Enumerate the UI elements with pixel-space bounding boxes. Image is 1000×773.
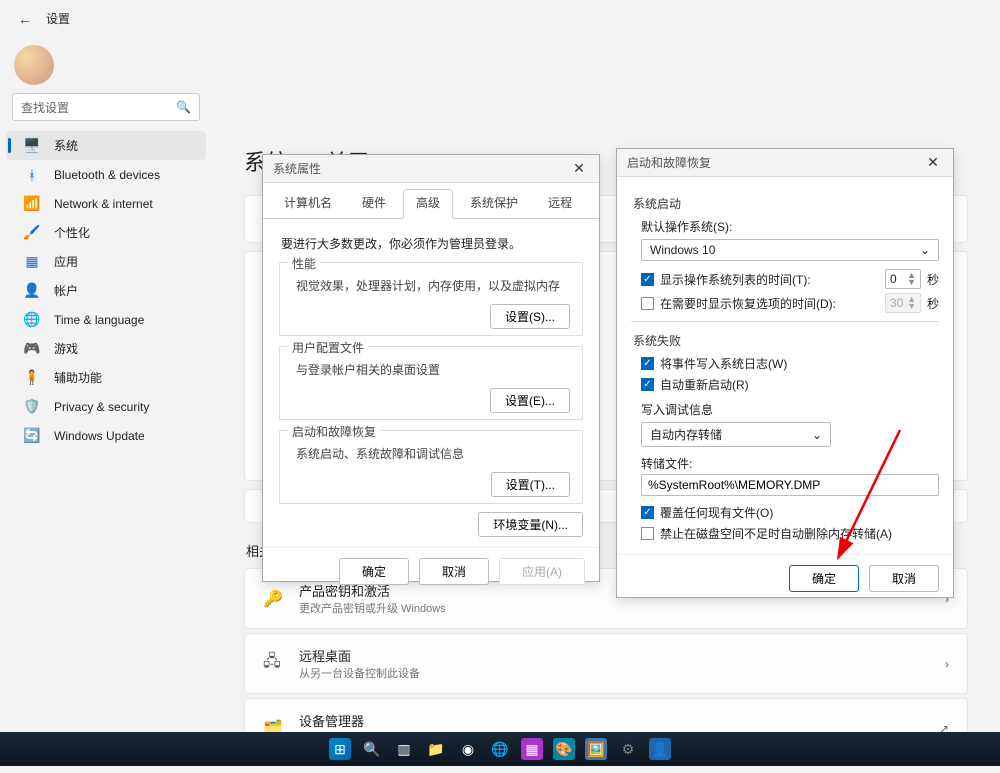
sidebar: 🖥️系统 ᚼBluetooth & devices 📶Network & int…: [0, 127, 212, 773]
debug-info-select[interactable]: 自动内存转储 ⌄: [641, 422, 831, 447]
default-os-label: 默认操作系统(S):: [641, 218, 939, 235]
search-placeholder: 查找设置: [21, 99, 69, 116]
close-icon[interactable]: ✕: [923, 154, 943, 171]
admin-note: 要进行大多数更改，你必须作为管理员登录。: [281, 235, 581, 252]
performance-settings-button[interactable]: 设置(S)...: [490, 304, 570, 329]
app-icon-1[interactable]: ▦: [521, 738, 543, 760]
related-remote-desktop[interactable]: 🖧 远程桌面 从另一台设备控制此设备 ›: [244, 633, 968, 694]
dump-file-label: 转储文件:: [641, 455, 939, 472]
paint-icon: 🖌️: [24, 225, 40, 241]
show-recovery-options-checkbox[interactable]: [641, 297, 654, 310]
sidebar-item-network[interactable]: 📶Network & internet: [6, 189, 206, 218]
dialog-title: 启动和故障恢复: [627, 154, 711, 171]
monitor-icon: 🖥️: [24, 138, 40, 154]
tab-advanced[interactable]: 高级: [403, 189, 453, 219]
settings-icon[interactable]: ⚙: [617, 738, 639, 760]
dump-file-input[interactable]: [641, 474, 939, 496]
tab-computer-name[interactable]: 计算机名: [271, 189, 345, 218]
debug-info-heading: 写入调试信息: [641, 401, 939, 418]
tab-system-protection[interactable]: 系统保护: [457, 189, 531, 218]
globe-icon: 🌐: [24, 312, 40, 328]
sysprop-cancel-button[interactable]: 取消: [419, 558, 489, 585]
show-recovery-options-label: 在需要时显示恢复选项的时间(D):: [660, 295, 885, 312]
sidebar-item-accessibility[interactable]: 🧍辅助功能: [6, 363, 206, 392]
sidebar-item-gaming[interactable]: 🎮游戏: [6, 334, 206, 363]
user-icon: 👤: [24, 283, 40, 299]
shield-icon: 🛡️: [24, 399, 40, 415]
remote-icon: 🖧: [263, 650, 285, 677]
wifi-icon: 📶: [24, 196, 40, 212]
tab-hardware[interactable]: 硬件: [349, 189, 399, 218]
startup-settings-button[interactable]: 设置(T)...: [491, 472, 570, 497]
sidebar-item-bluetooth[interactable]: ᚼBluetooth & devices: [6, 160, 206, 189]
sidebar-item-update[interactable]: 🔄Windows Update: [6, 421, 206, 450]
chrome-icon[interactable]: ◉: [457, 738, 479, 760]
close-icon[interactable]: ✕: [569, 160, 589, 177]
sidebar-item-privacy[interactable]: 🛡️Privacy & security: [6, 392, 206, 421]
startup-recovery-group: 启动和故障恢复 系统启动、系统故障和调试信息 设置(T)...: [279, 430, 583, 504]
search-icon: 🔍: [176, 100, 191, 114]
recovery-ok-button[interactable]: 确定: [789, 565, 859, 592]
bluetooth-icon: ᚼ: [24, 167, 40, 183]
no-auto-delete-checkbox[interactable]: [641, 527, 654, 540]
browser-icon[interactable]: 🌐: [489, 738, 511, 760]
app-icon-2[interactable]: 🎨: [553, 738, 575, 760]
app-title: 设置: [46, 10, 70, 27]
dialog-title: 系统属性: [273, 160, 321, 177]
startup-recovery-dialog: 启动和故障恢复 ✕ 系统启动 默认操作系统(S): Windows 10 ⌄ ✓…: [616, 148, 954, 598]
taskbar[interactable]: ⊞ 🔍 ▥ 📁 ◉ 🌐 ▦ 🎨 🖼️ ⚙ 👤: [0, 732, 1000, 766]
user-profiles-settings-button[interactable]: 设置(E)...: [490, 388, 570, 413]
search-icon[interactable]: 🔍: [361, 738, 383, 760]
accessibility-icon: 🧍: [24, 370, 40, 386]
sidebar-item-time-language[interactable]: 🌐Time & language: [6, 305, 206, 334]
write-event-log-checkbox[interactable]: ✓: [641, 357, 654, 370]
system-failure-heading: 系统失败: [633, 332, 937, 349]
sidebar-item-system[interactable]: 🖥️系统: [6, 131, 206, 160]
sysprop-apply-button[interactable]: 应用(A): [499, 558, 585, 585]
sidebar-item-personalization[interactable]: 🖌️个性化: [6, 218, 206, 247]
performance-group: 性能 视觉效果，处理器计划，内存使用，以及虚拟内存 设置(S)...: [279, 262, 583, 336]
explorer-icon[interactable]: 📁: [425, 738, 447, 760]
app-icon-4[interactable]: 👤: [649, 738, 671, 760]
tabs: 计算机名 硬件 高级 系统保护 远程: [263, 183, 599, 219]
tab-remote[interactable]: 远程: [535, 189, 585, 218]
system-startup-heading: 系统启动: [633, 195, 937, 212]
show-recovery-seconds-input: 30▲▼: [885, 293, 921, 313]
chevron-right-icon: ›: [945, 657, 949, 671]
search-input[interactable]: 查找设置 🔍: [12, 93, 200, 121]
overwrite-checkbox[interactable]: ✓: [641, 506, 654, 519]
show-os-list-label: 显示操作系统列表的时间(T):: [660, 271, 885, 288]
recovery-cancel-button[interactable]: 取消: [869, 565, 939, 592]
env-vars-button[interactable]: 环境变量(N)...: [478, 512, 583, 537]
chevron-down-icon: ⌄: [812, 428, 822, 442]
auto-restart-checkbox[interactable]: ✓: [641, 378, 654, 391]
sidebar-item-apps[interactable]: ▦应用: [6, 247, 206, 276]
show-os-list-checkbox[interactable]: ✓: [641, 273, 654, 286]
apps-icon: ▦: [24, 254, 40, 270]
update-icon: 🔄: [24, 428, 40, 444]
sysprop-ok-button[interactable]: 确定: [339, 558, 409, 585]
user-avatar[interactable]: [14, 45, 54, 85]
show-os-list-seconds-input[interactable]: 0▲▼: [885, 269, 921, 289]
chevron-down-icon: ⌄: [920, 243, 930, 257]
default-os-select[interactable]: Windows 10 ⌄: [641, 239, 939, 261]
sidebar-item-accounts[interactable]: 👤帐户: [6, 276, 206, 305]
game-icon: 🎮: [24, 341, 40, 357]
user-profiles-group: 用户配置文件 与登录帐户相关的桌面设置 设置(E)...: [279, 346, 583, 420]
back-arrow-icon[interactable]: ←: [18, 11, 32, 27]
task-view-icon[interactable]: ▥: [393, 738, 415, 760]
start-icon[interactable]: ⊞: [329, 738, 351, 760]
app-icon-3[interactable]: 🖼️: [585, 738, 607, 760]
system-properties-dialog: 系统属性 ✕ 计算机名 硬件 高级 系统保护 远程 要进行大多数更改，你必须作为…: [262, 154, 600, 582]
